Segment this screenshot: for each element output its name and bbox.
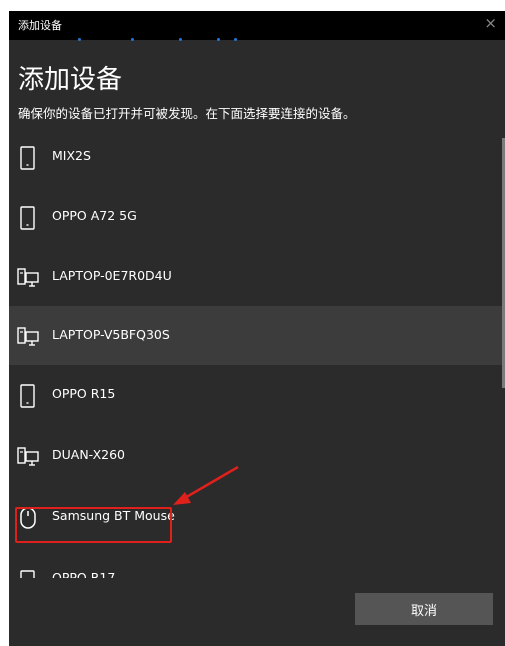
close-icon[interactable]: ×	[484, 14, 497, 32]
device-item-oppo-r15[interactable]: OPPO R15	[9, 365, 503, 424]
device-name: DUAN-X260	[52, 447, 125, 462]
page-subtitle: 确保你的设备已打开并可被发现。在下面选择要连接的设备。	[18, 106, 356, 121]
searching-progress-indicator	[9, 38, 269, 42]
progress-dot	[217, 38, 220, 41]
title-bar: 添加设备 ×	[9, 11, 505, 42]
phone-icon	[20, 206, 35, 230]
device-item-mix2s[interactable]: MIX2S	[9, 129, 503, 188]
device-name: OPPO R15	[52, 386, 116, 401]
computer-icon	[17, 327, 39, 346]
progress-dot	[78, 38, 81, 41]
device-item-oppo-a72-5g[interactable]: OPPO A72 5G	[9, 188, 503, 247]
device-item-laptop-0e7r0d4u[interactable]: LAPTOP-0E7R0D4U	[9, 247, 503, 306]
dialog-footer: 取消	[9, 578, 505, 646]
device-name: LAPTOP-0E7R0D4U	[52, 268, 172, 283]
device-item-laptop-v5bfq30s[interactable]: LAPTOP-V5BFQ30S	[9, 306, 503, 365]
progress-dot	[131, 38, 134, 41]
window-title: 添加设备	[18, 19, 62, 32]
device-item-duan-x260[interactable]: DUAN-X260	[9, 424, 503, 483]
page-title: 添加设备	[18, 65, 123, 95]
progress-dot	[234, 38, 237, 41]
device-name: MIX2S	[52, 148, 91, 163]
device-name: LAPTOP-V5BFQ30S	[52, 327, 170, 342]
phone-icon	[20, 146, 35, 170]
device-name: OPPO A72 5G	[52, 208, 137, 223]
add-device-dialog: 添加设备 × 添加设备 确保你的设备已打开并可被发现。在下面选择要连接的设备。 …	[9, 11, 505, 646]
cancel-button[interactable]: 取消	[355, 593, 493, 625]
computer-icon	[17, 447, 39, 466]
phone-icon	[20, 384, 35, 408]
computer-icon	[17, 268, 39, 287]
progress-dot	[179, 38, 182, 41]
annotation-highlight-box	[15, 507, 172, 543]
